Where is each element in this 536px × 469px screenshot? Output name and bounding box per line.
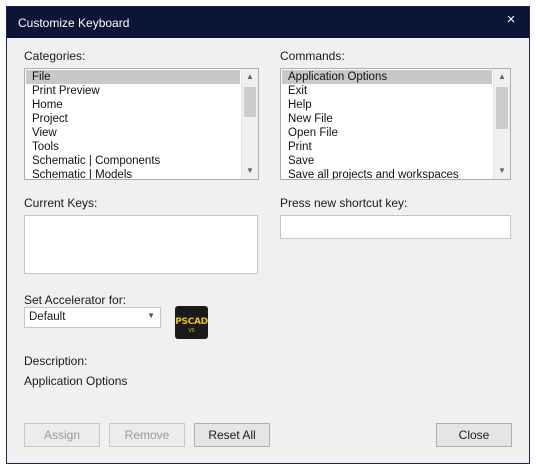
customize-keyboard-dialog: Customize Keyboard × Categories: File Pri… <box>6 6 530 464</box>
accelerator-value: Default <box>29 311 66 323</box>
list-item[interactable]: Application Options <box>282 70 492 84</box>
accelerator-label: Set Accelerator for: <box>24 293 127 307</box>
logo-text: PSCAD <box>175 317 208 327</box>
scroll-up-icon[interactable]: ▲ <box>242 69 258 85</box>
remove-button[interactable]: Remove <box>109 423 185 447</box>
list-item[interactable]: Schematic | Models <box>26 168 240 179</box>
list-item[interactable]: File <box>26 70 240 84</box>
dialog-title: Customize Keyboard <box>18 16 130 30</box>
title-bar: Customize Keyboard × <box>7 7 529 38</box>
assign-button[interactable]: Assign <box>24 423 100 447</box>
categories-list[interactable]: File Print Preview Home Project View Tools Sch… <box>24 68 259 180</box>
list-item[interactable]: New File <box>282 112 492 126</box>
scroll-thumb[interactable] <box>244 87 256 117</box>
list-item[interactable]: Help <box>282 98 492 112</box>
list-item[interactable]: View <box>26 126 240 140</box>
scroll-down-icon[interactable]: ▼ <box>494 163 510 179</box>
shortcut-input[interactable] <box>280 215 511 239</box>
commands-list[interactable]: Application Options Exit Help New File Open … <box>280 68 511 180</box>
list-item[interactable]: Print Preview <box>26 84 240 98</box>
scroll-thumb[interactable] <box>496 87 508 129</box>
commands-scrollbar[interactable]: ▲ ▼ <box>493 69 510 179</box>
close-icon[interactable]: × <box>501 11 521 31</box>
categories-label: Categories: <box>24 49 86 63</box>
list-item[interactable]: Exit <box>282 84 492 98</box>
current-keys-list[interactable] <box>24 215 258 274</box>
chevron-down-icon: ▼ <box>147 311 155 320</box>
close-button[interactable]: Close <box>436 423 512 447</box>
commands-label: Commands: <box>280 49 345 63</box>
list-item[interactable]: Print <box>282 140 492 154</box>
categories-scrollbar[interactable]: ▲ ▼ <box>241 69 258 179</box>
description-label: Description: <box>24 354 88 368</box>
reset-all-button[interactable]: Reset All <box>194 423 270 447</box>
description-text: Application Options <box>24 374 128 388</box>
list-item[interactable]: Schematic | Components <box>26 154 240 168</box>
list-item[interactable]: Project <box>26 112 240 126</box>
pscad-logo-icon: PSCAD V5 <box>175 306 208 339</box>
list-item[interactable]: Open File <box>282 126 492 140</box>
accelerator-dropdown[interactable]: Default ▼ <box>24 307 161 328</box>
scroll-up-icon[interactable]: ▲ <box>494 69 510 85</box>
list-item[interactable]: Home <box>26 98 240 112</box>
list-item[interactable]: Save all projects and workspaces <box>282 168 492 179</box>
shortcut-label: Press new shortcut key: <box>280 196 408 210</box>
logo-version: V5 <box>188 328 195 334</box>
current-keys-label: Current Keys: <box>24 196 98 210</box>
list-item[interactable]: Tools <box>26 140 240 154</box>
scroll-down-icon[interactable]: ▼ <box>242 163 258 179</box>
list-item[interactable]: Save <box>282 154 492 168</box>
